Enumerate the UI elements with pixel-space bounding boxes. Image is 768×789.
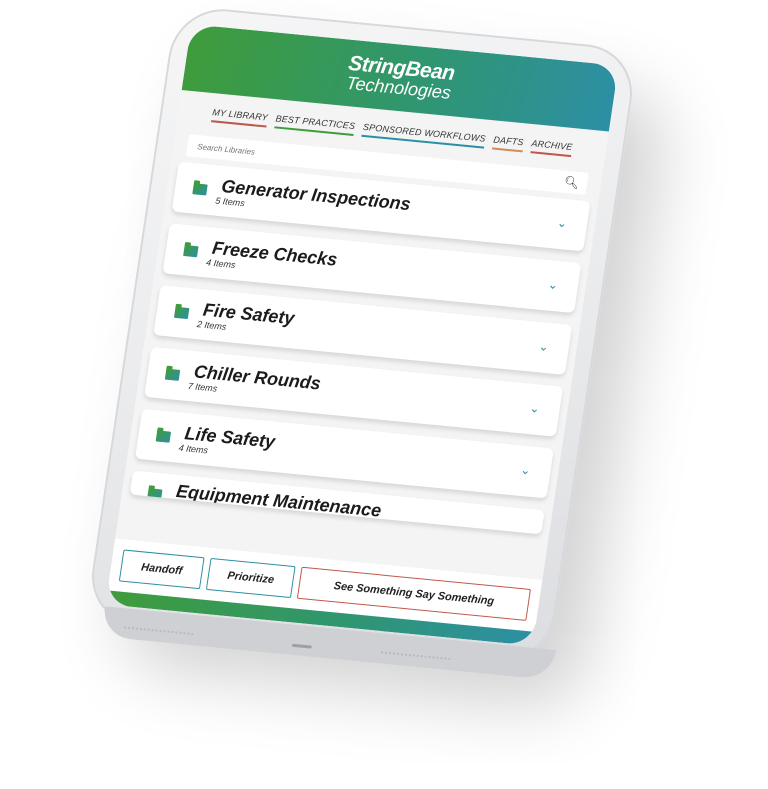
- chevron-down-icon[interactable]: ⌄: [538, 339, 550, 354]
- folder-icon: [174, 306, 190, 319]
- stage: StringBean Technologies MY LIBRARY BEST …: [0, 0, 768, 789]
- search-icon[interactable]: 🔍︎: [563, 175, 580, 190]
- folder-icon: [183, 244, 199, 257]
- tablet-screen: StringBean Technologies MY LIBRARY BEST …: [105, 24, 619, 646]
- charging-port: [291, 643, 312, 649]
- folder-icon: [147, 488, 163, 501]
- library-list: Generator Inspections 5 Items ⌄ Freeze C…: [122, 161, 599, 535]
- prioritize-button[interactable]: Prioritize: [205, 557, 296, 599]
- tab-archive[interactable]: ARCHIVE: [530, 138, 574, 158]
- speaker-grill: [381, 651, 451, 661]
- chevron-down-icon[interactable]: ⌄: [520, 463, 532, 478]
- chevron-down-icon[interactable]: ⌄: [547, 277, 559, 292]
- tab-dafts[interactable]: DAFTS: [491, 134, 525, 153]
- speaker-grill: [123, 626, 194, 636]
- tab-my-library[interactable]: MY LIBRARY: [210, 107, 269, 128]
- tab-best-practices[interactable]: BEST PRACTICES: [274, 113, 356, 137]
- tab-sponsored-workflows[interactable]: SPONSORED WORKFLOWS: [361, 121, 487, 149]
- chevron-down-icon[interactable]: ⌄: [529, 401, 541, 416]
- library-title: Equipment Maintenance: [174, 480, 383, 521]
- folder-icon: [164, 368, 181, 381]
- tablet-device: StringBean Technologies MY LIBRARY BEST …: [84, 4, 640, 666]
- handoff-button[interactable]: Handoff: [118, 549, 205, 590]
- chevron-down-icon[interactable]: ⌄: [556, 216, 568, 231]
- folder-icon: [192, 182, 208, 196]
- folder-icon: [155, 429, 172, 443]
